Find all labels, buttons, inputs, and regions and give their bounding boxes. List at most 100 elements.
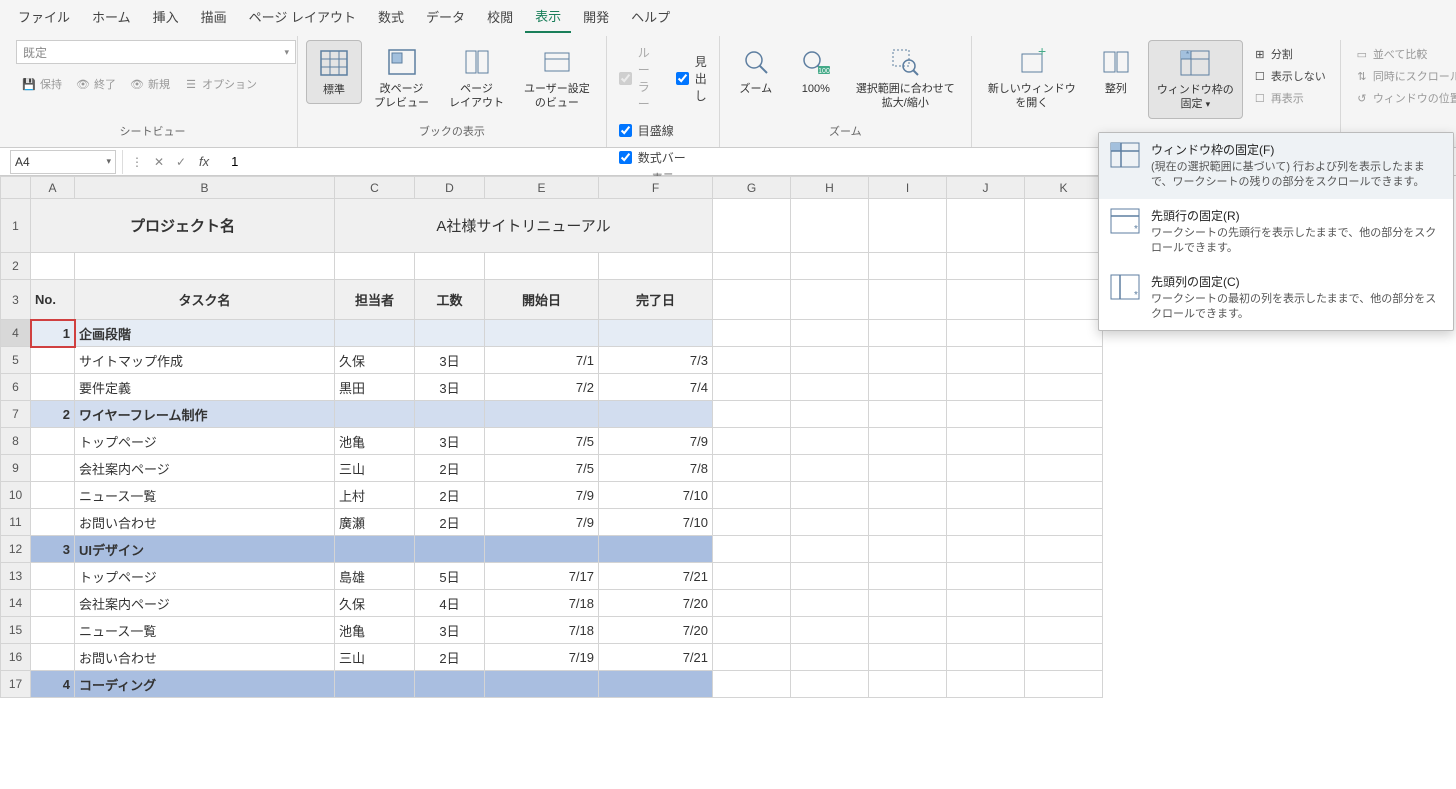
- sheet-view-options-button[interactable]: ☰オプション: [178, 74, 263, 94]
- headings-checkbox[interactable]: 見出し: [672, 42, 711, 114]
- row-header-9[interactable]: 9: [1, 455, 31, 482]
- cell-I1[interactable]: [869, 199, 947, 253]
- col-header-C[interactable]: C: [335, 177, 415, 199]
- cell-I15[interactable]: [869, 617, 947, 644]
- cell-C16[interactable]: 三山: [335, 644, 415, 671]
- cell-E2[interactable]: [485, 253, 599, 280]
- cell-E12[interactable]: [485, 536, 599, 563]
- cell-H11[interactable]: [791, 509, 869, 536]
- cell-I3[interactable]: [869, 280, 947, 320]
- sync-scroll-button[interactable]: ⇅同時にスクロール: [1349, 66, 1456, 86]
- accept-formula-button[interactable]: ✓: [171, 152, 191, 172]
- cell-K6[interactable]: [1025, 374, 1103, 401]
- cell-K14[interactable]: [1025, 590, 1103, 617]
- cell-D8[interactable]: 3日: [415, 428, 485, 455]
- reset-position-button[interactable]: ↺ウィンドウの位置を元に戻す: [1349, 88, 1456, 108]
- view-page-layout-button[interactable]: ページ レイアウト: [441, 40, 512, 117]
- cell-I17[interactable]: [869, 671, 947, 698]
- cell-F14[interactable]: 7/20: [599, 590, 713, 617]
- cell-C7[interactable]: [335, 401, 415, 428]
- menu-item-1[interactable]: ホーム: [82, 1, 141, 32]
- cell-K16[interactable]: [1025, 644, 1103, 671]
- cell-B13[interactable]: トップページ: [75, 563, 335, 590]
- cell-K17[interactable]: [1025, 671, 1103, 698]
- row-header-2[interactable]: 2: [1, 253, 31, 280]
- row-header-3[interactable]: 3: [1, 280, 31, 320]
- cell-K15[interactable]: [1025, 617, 1103, 644]
- row-header-14[interactable]: 14: [1, 590, 31, 617]
- cell-H9[interactable]: [791, 455, 869, 482]
- cell-C8[interactable]: 池亀: [335, 428, 415, 455]
- col-header-I[interactable]: I: [869, 177, 947, 199]
- cell-H5[interactable]: [791, 347, 869, 374]
- cell-E3[interactable]: 開始日: [485, 280, 599, 320]
- cell-F2[interactable]: [599, 253, 713, 280]
- cell-F8[interactable]: 7/9: [599, 428, 713, 455]
- cell-B6[interactable]: 要件定義: [75, 374, 335, 401]
- cell-B12[interactable]: UIデザイン: [75, 536, 335, 563]
- cell-G3[interactable]: [713, 280, 791, 320]
- col-header-A[interactable]: A: [31, 177, 75, 199]
- cell-F12[interactable]: [599, 536, 713, 563]
- cell-H17[interactable]: [791, 671, 869, 698]
- cell-K8[interactable]: [1025, 428, 1103, 455]
- cell-D13[interactable]: 5日: [415, 563, 485, 590]
- sheet-view-save-button[interactable]: 💾保持: [16, 74, 68, 94]
- cell-J17[interactable]: [947, 671, 1025, 698]
- cell-A3[interactable]: No.: [31, 280, 75, 320]
- cell-G15[interactable]: [713, 617, 791, 644]
- cell-G9[interactable]: [713, 455, 791, 482]
- col-header-K[interactable]: K: [1025, 177, 1103, 199]
- cell-E13[interactable]: 7/17: [485, 563, 599, 590]
- cell-H6[interactable]: [791, 374, 869, 401]
- cell-I11[interactable]: [869, 509, 947, 536]
- cell-I16[interactable]: [869, 644, 947, 671]
- cell-D11[interactable]: 2日: [415, 509, 485, 536]
- cell-G5[interactable]: [713, 347, 791, 374]
- cell-A10[interactable]: [31, 482, 75, 509]
- cell-J6[interactable]: [947, 374, 1025, 401]
- cell-H13[interactable]: [791, 563, 869, 590]
- cell-G12[interactable]: [713, 536, 791, 563]
- cell-I5[interactable]: [869, 347, 947, 374]
- ruler-checkbox[interactable]: ルーラー: [615, 42, 654, 114]
- hide-button[interactable]: ☐表示しない: [1247, 66, 1332, 86]
- sheet-view-new-button[interactable]: 👁新規: [124, 74, 176, 94]
- cell-C4[interactable]: [335, 320, 415, 347]
- cell-K7[interactable]: [1025, 401, 1103, 428]
- zoom-selection-button[interactable]: 選択範囲に合わせて 拡大/縮小: [848, 40, 963, 117]
- cell-D3[interactable]: 工数: [415, 280, 485, 320]
- row-header-12[interactable]: 12: [1, 536, 31, 563]
- cell-F15[interactable]: 7/20: [599, 617, 713, 644]
- row-header-10[interactable]: 10: [1, 482, 31, 509]
- fx-icon[interactable]: fx: [193, 154, 215, 169]
- col-header-J[interactable]: J: [947, 177, 1025, 199]
- cell-H16[interactable]: [791, 644, 869, 671]
- view-custom-button[interactable]: ユーザー設定 のビュー: [516, 40, 598, 117]
- cell-C9[interactable]: 三山: [335, 455, 415, 482]
- cell-B2[interactable]: [75, 253, 335, 280]
- cell-B7[interactable]: ワイヤーフレーム制作: [75, 401, 335, 428]
- cell-E7[interactable]: [485, 401, 599, 428]
- cell-F10[interactable]: 7/10: [599, 482, 713, 509]
- cell-G10[interactable]: [713, 482, 791, 509]
- formula-bar-checkbox[interactable]: 数式バー: [615, 147, 690, 168]
- name-box[interactable]: A4 ▾: [10, 150, 116, 174]
- cell-K5[interactable]: [1025, 347, 1103, 374]
- cell-C6[interactable]: 黒田: [335, 374, 415, 401]
- cell-J5[interactable]: [947, 347, 1025, 374]
- cell-G2[interactable]: [713, 253, 791, 280]
- cell-E10[interactable]: 7/9: [485, 482, 599, 509]
- cell-I13[interactable]: [869, 563, 947, 590]
- cell-J13[interactable]: [947, 563, 1025, 590]
- cell-H10[interactable]: [791, 482, 869, 509]
- select-all-corner[interactable]: [1, 177, 31, 199]
- cell-C10[interactable]: 上村: [335, 482, 415, 509]
- row-header-13[interactable]: 13: [1, 563, 31, 590]
- cell-A14[interactable]: [31, 590, 75, 617]
- view-page-break-button[interactable]: 改ページ プレビュー: [366, 40, 437, 117]
- cell-C17[interactable]: [335, 671, 415, 698]
- cell-G4[interactable]: [713, 320, 791, 347]
- row-header-7[interactable]: 7: [1, 401, 31, 428]
- cell-K11[interactable]: [1025, 509, 1103, 536]
